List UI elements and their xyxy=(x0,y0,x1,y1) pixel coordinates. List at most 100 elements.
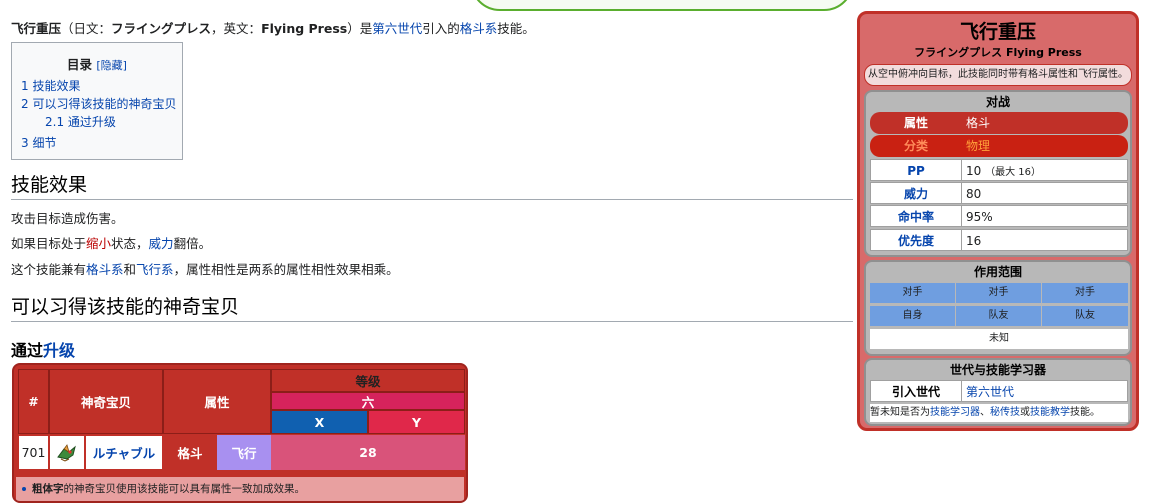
intro-text: ）是 xyxy=(347,21,373,36)
intro-text: （日文： xyxy=(61,21,112,36)
hawlucha-icon xyxy=(57,443,76,462)
header-version-y: Y xyxy=(368,410,465,434)
learnset-table: # 神奇宝贝 属性 等级 六 X Y 701 ルチャブル 格斗 飞行 28 粗体… xyxy=(12,363,468,503)
header-pokemon: 神奇宝贝 xyxy=(49,369,163,434)
header-level: 等级 xyxy=(271,369,465,392)
infobox-title: 飞行重压 xyxy=(959,21,1036,43)
en-name: Flying Press xyxy=(261,21,348,36)
power-value: 80 xyxy=(962,182,1128,204)
tutor-link[interactable]: 技能教学 xyxy=(1030,407,1070,418)
priority-value: 16 xyxy=(962,229,1128,251)
accuracy-label: 命中率 xyxy=(870,205,962,227)
text: 状态， xyxy=(111,236,149,251)
pp-label: PP xyxy=(870,159,962,181)
type-value-cell: 格斗 xyxy=(962,112,1128,134)
pp-row: PP 10 （最大 16） xyxy=(870,159,1128,181)
header-gen-six: 六 xyxy=(271,392,465,410)
flying-type-link[interactable]: 飞行系 xyxy=(136,262,174,277)
infobox-jp-name: フライングプレス xyxy=(914,46,1003,59)
text: 、 xyxy=(980,407,990,418)
pp-value-cell: 10 （最大 16） xyxy=(962,159,1128,181)
text: 暂未知是否为 xyxy=(870,407,930,418)
intro-gen-row: 引入世代 第六世代 xyxy=(870,380,1128,402)
power-link[interactable]: 威力 xyxy=(149,236,174,251)
toc-hide-toggle[interactable]: [隐藏] xyxy=(96,59,127,72)
effect-heading: 技能效果 xyxy=(11,170,853,200)
priority-row: 优先度 16 xyxy=(870,229,1128,251)
infobox-description: 从空中俯冲向目标，此技能同时带有格斗属性和飞行属性。 xyxy=(864,64,1132,86)
pp-max: （最大 16） xyxy=(985,167,1042,178)
generation-header: 世代与技能学习器 xyxy=(949,363,1046,377)
range-unknown: 未知 xyxy=(870,329,1128,349)
toc-item-levelup[interactable]: 2.1 通过升级 xyxy=(45,113,116,130)
intro-text: ，英文： xyxy=(211,21,262,36)
toc-item-learners[interactable]: 2 可以习得该技能的神奇宝贝 xyxy=(21,95,176,112)
text: ，属性相性是两系的属性相性效果相乘。 xyxy=(173,262,399,277)
hm-link[interactable]: 秘传技 xyxy=(990,407,1020,418)
levelup-link[interactable]: 升级 xyxy=(43,341,75,360)
intro-text: 技能。 xyxy=(497,21,535,36)
range-self: 自身 xyxy=(870,306,955,326)
intro-gen-label: 引入世代 xyxy=(870,380,962,402)
battle-header: 对战 xyxy=(985,95,1010,109)
toc-title-text: 目录 xyxy=(67,57,93,72)
header-version-x: X xyxy=(271,410,368,434)
range-foe-left: 对手 xyxy=(870,283,955,303)
header-num: # xyxy=(18,369,49,434)
table-of-contents: 目录 [隐藏] 1 技能效果 2 可以习得该技能的神奇宝贝 2.1 通过升级 3… xyxy=(11,42,183,160)
effect-paragraph-3: 这个技能兼有格斗系和飞行系，属性相性是两系的属性相性效果相乘。 xyxy=(11,259,399,278)
toc-item-effect[interactable]: 1 技能效果 xyxy=(21,77,80,94)
row-num: 701 xyxy=(18,435,49,470)
range-header: 作用范围 xyxy=(973,265,1022,279)
infobox-subtitle: フライングプレス Flying Press xyxy=(860,44,1136,60)
move-infobox: 飞行重压 フライングプレス Flying Press 从空中俯冲向目标，此技能同… xyxy=(857,11,1139,431)
note-text: 的神奇宝贝使用该技能可以具有属性一致加成效果。 xyxy=(63,483,306,495)
type1-link[interactable]: 格斗 xyxy=(177,443,202,462)
power-row: 威力 80 xyxy=(870,182,1128,204)
type-label: 属性 xyxy=(870,112,962,134)
text: 和 xyxy=(123,262,137,277)
accuracy-value: 95% xyxy=(962,205,1128,227)
fighting-type-link[interactable]: 格斗系 xyxy=(460,21,498,36)
type2-link[interactable]: 飞行 xyxy=(231,443,256,462)
pp-value: 10 xyxy=(966,164,982,178)
levelup-heading: 通过升级 xyxy=(11,337,75,361)
intro-text: 引入的 xyxy=(422,21,460,36)
intro-gen-link[interactable]: 第六世代 xyxy=(966,385,1014,399)
row-icon-cell xyxy=(49,435,85,470)
row-level: 28 xyxy=(271,435,465,470)
type-row: 属性 格斗 xyxy=(870,112,1128,134)
learnset-footnote: 粗体字的神奇宝贝使用该技能可以具有属性一致加成效果。 xyxy=(16,477,464,501)
accuracy-row: 命中率 95% xyxy=(870,205,1128,227)
row-type1-cell: 格斗 xyxy=(163,435,217,470)
move-title-bold: 飞行重压 xyxy=(11,21,62,36)
pokemon-name-link[interactable]: ルチャブル xyxy=(93,443,155,462)
minimize-link[interactable]: 缩小 xyxy=(86,236,111,251)
category-value-link[interactable]: 物理 xyxy=(966,139,990,153)
tm-link[interactable]: 技能学习器 xyxy=(930,407,980,418)
priority-label: 优先度 xyxy=(870,229,962,251)
intro-gen-value-cell: 第六世代 xyxy=(962,380,1128,402)
toc-item-details[interactable]: 3 细节 xyxy=(21,134,56,151)
text: 这个技能兼有 xyxy=(11,262,87,277)
power-label: 威力 xyxy=(870,182,962,204)
effect-paragraph-1: 攻击目标造成伤害。 xyxy=(11,211,124,226)
infobox-en-name: Flying Press xyxy=(1006,46,1082,59)
generation-panel: 世代与技能学习器 引入世代 第六世代 暂未知是否为技能学习器、秘传技或技能教学技… xyxy=(864,358,1132,426)
range-foe-center: 对手 xyxy=(956,283,1041,303)
category-row: 分类 物理 xyxy=(870,135,1128,157)
gen-six-link[interactable]: 第六世代 xyxy=(372,21,422,36)
range-panel: 作用范围 对手 对手 对手 自身 队友 队友 未知 xyxy=(864,260,1132,356)
category-label: 分类 xyxy=(870,135,962,157)
learners-heading: 可以习得该技能的神奇宝贝 xyxy=(11,292,853,322)
header-type: 属性 xyxy=(163,369,271,434)
range-foe-right: 对手 xyxy=(1042,283,1128,303)
type-value-link[interactable]: 格斗 xyxy=(966,116,990,130)
fighting-type-link[interactable]: 格斗系 xyxy=(86,262,124,277)
note-bold: 粗体字 xyxy=(32,483,64,495)
text: 通过 xyxy=(11,341,44,360)
text: 或 xyxy=(1020,407,1030,418)
text: 翻倍。 xyxy=(173,236,212,251)
row-type2-cell: 飞行 xyxy=(217,435,271,470)
intro-paragraph: 飞行重压（日文：フライングプレス，英文：Flying Press）是第六世代引入… xyxy=(11,18,535,37)
